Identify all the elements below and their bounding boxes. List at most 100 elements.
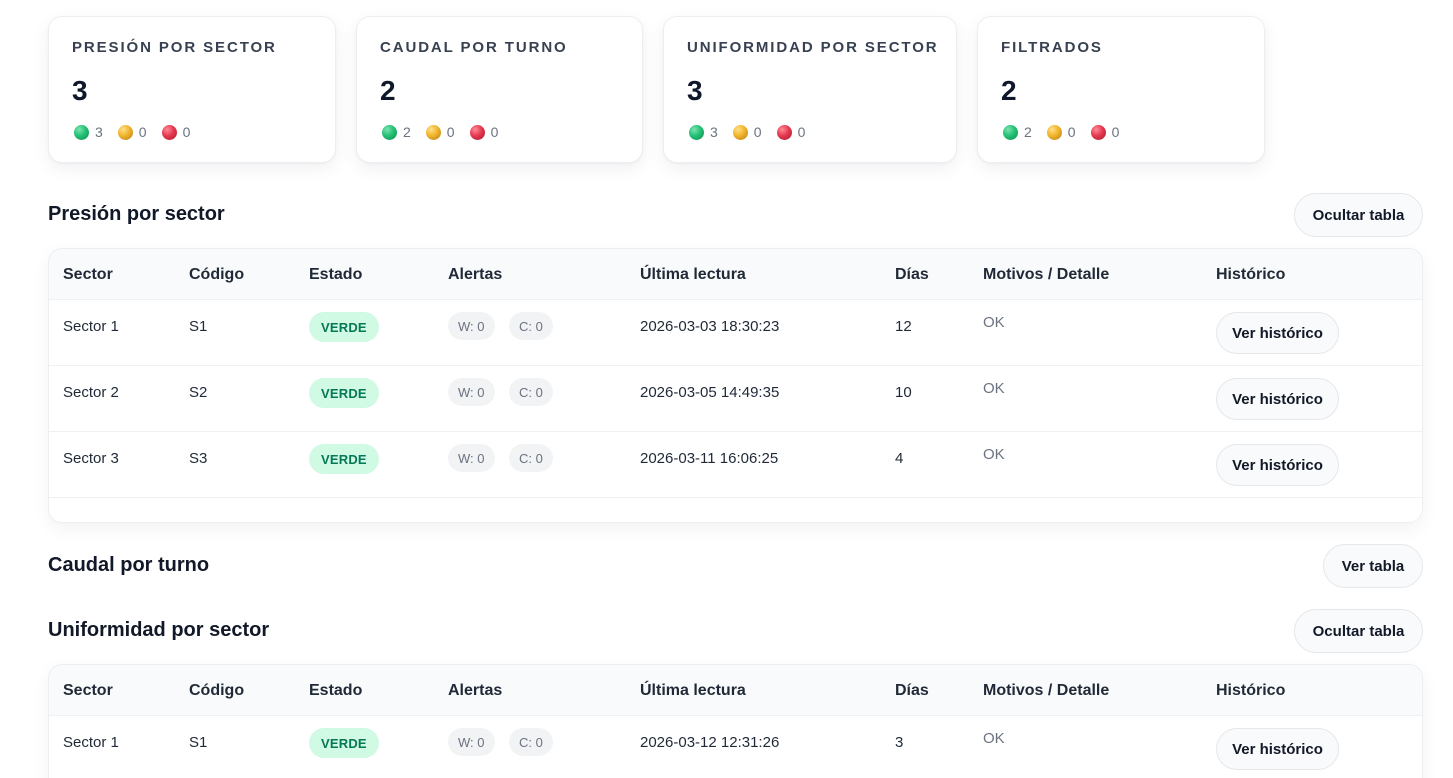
table-row: Sector 1 S1 VERDE W: 0 C: 0 2026-03-12 1… — [49, 716, 1422, 778]
column-header-motivos[interactable]: Motivos / Detalle — [983, 266, 1109, 284]
green-count: 3 — [689, 124, 718, 140]
red-dot-icon — [776, 124, 792, 140]
status-counts: 2 0 0 — [382, 124, 513, 140]
yellow-dot-icon — [425, 124, 441, 140]
view-history-button[interactable]: Ver histórico — [1216, 728, 1339, 770]
card-title: CAUDAL POR TURNO — [380, 39, 568, 56]
status-badge: VERDE — [309, 444, 379, 474]
cell-sector: Sector 1 — [63, 734, 119, 751]
red-dot-icon — [1090, 124, 1106, 140]
red-count: 0 — [469, 124, 498, 140]
yellow-count: 0 — [1046, 124, 1076, 140]
status-counts: 2 0 0 — [1003, 124, 1134, 140]
warning-count-chip: W: 0 — [448, 312, 495, 340]
yellow-count-value: 0 — [753, 124, 762, 140]
table-row: Sector 3 S3 VERDE W: 0 C: 0 2026-03-11 1… — [49, 432, 1422, 498]
yellow-dot-icon — [1046, 124, 1062, 140]
card-title: FILTRADOS — [1001, 39, 1103, 56]
section-title-uniformidad: Uniformidad por sector — [48, 619, 270, 641]
summary-card-caudal: CAUDAL POR TURNO 2 2 0 0 — [356, 16, 643, 163]
cell-ultima-lectura: 2026-03-03 18:30:23 — [640, 318, 780, 335]
column-header-ultima-lectura[interactable]: Última lectura — [640, 682, 746, 700]
cell-sector: Sector 2 — [63, 384, 119, 401]
yellow-dot-icon — [117, 124, 133, 140]
section-title-caudal: Caudal por turno — [48, 554, 210, 576]
table-row: Sector 1 S1 VERDE W: 0 C: 0 2026-03-03 1… — [49, 300, 1422, 366]
green-count: 3 — [74, 124, 103, 140]
cell-motivos: OK — [983, 446, 1005, 463]
yellow-count: 0 — [732, 124, 762, 140]
summary-card-filtrados: FILTRADOS 2 2 0 0 — [977, 16, 1265, 163]
view-history-button[interactable]: Ver histórico — [1216, 312, 1339, 354]
column-header-estado[interactable]: Estado — [309, 266, 362, 284]
warning-count-chip: W: 0 — [448, 444, 495, 472]
card-value: 2 — [1001, 75, 1017, 106]
green-count-value: 3 — [95, 124, 103, 140]
critical-count-chip: C: 0 — [509, 728, 553, 756]
red-count-value: 0 — [182, 124, 191, 140]
red-count-value: 0 — [797, 124, 806, 140]
hide-table-button-presion[interactable]: Ocultar tabla — [1294, 193, 1423, 237]
status-counts: 3 0 0 — [74, 124, 205, 140]
card-value: 3 — [72, 75, 88, 106]
cell-dias: 12 — [895, 318, 912, 335]
red-dot-icon — [469, 124, 485, 140]
table-row: Sector 2 S2 VERDE W: 0 C: 0 2026-03-05 1… — [49, 366, 1422, 432]
cell-motivos: OK — [983, 314, 1005, 331]
cell-codigo: S1 — [189, 318, 208, 335]
show-table-button-caudal[interactable]: Ver tabla — [1323, 544, 1423, 588]
cell-codigo: S3 — [189, 450, 208, 467]
red-count: 0 — [1090, 124, 1120, 140]
red-count-value: 0 — [1111, 124, 1120, 140]
status-badge: VERDE — [309, 312, 379, 342]
cell-sector: Sector 3 — [63, 450, 119, 467]
status-badge: VERDE — [309, 728, 379, 758]
column-header-codigo[interactable]: Código — [189, 682, 244, 700]
summary-card-uniformidad: UNIFORMIDAD POR SECTOR 3 3 0 0 — [663, 16, 957, 163]
green-dot-icon — [689, 124, 704, 140]
column-header-codigo[interactable]: Código — [189, 266, 244, 284]
red-count: 0 — [161, 124, 191, 140]
hide-table-button-uniformidad[interactable]: Ocultar tabla — [1294, 609, 1423, 653]
status-badge: VERDE — [309, 378, 379, 408]
yellow-count: 0 — [117, 124, 147, 140]
section-title-presion: Presión por sector — [48, 203, 225, 225]
green-count: 2 — [1003, 124, 1032, 140]
column-header-historico[interactable]: Histórico — [1216, 682, 1285, 700]
green-count-value: 2 — [1024, 124, 1032, 140]
column-header-alertas[interactable]: Alertas — [448, 266, 502, 284]
column-header-historico[interactable]: Histórico — [1216, 266, 1285, 284]
card-value: 3 — [687, 75, 703, 106]
view-history-button[interactable]: Ver histórico — [1216, 444, 1339, 486]
cell-ultima-lectura: 2026-03-12 12:31:26 — [640, 734, 780, 751]
red-dot-icon — [161, 124, 177, 140]
column-header-sector[interactable]: Sector — [63, 682, 113, 700]
dashboard-page: PRESIÓN POR SECTOR 3 3 0 0 CAUDAL POR TU… — [0, 0, 1453, 778]
yellow-dot-icon — [732, 124, 748, 140]
view-history-button[interactable]: Ver histórico — [1216, 378, 1339, 420]
table-header: Sector Código Estado Alertas Última lect… — [49, 249, 1422, 300]
cell-dias: 10 — [895, 384, 912, 401]
critical-count-chip: C: 0 — [509, 444, 553, 472]
cell-ultima-lectura: 2026-03-05 14:49:35 — [640, 384, 780, 401]
cell-codigo: S1 — [189, 734, 208, 751]
cell-ultima-lectura: 2026-03-11 16:06:25 — [640, 450, 779, 467]
green-dot-icon — [74, 124, 89, 140]
cell-codigo: S2 — [189, 384, 208, 401]
red-count: 0 — [776, 124, 806, 140]
column-header-dias[interactable]: Días — [895, 682, 929, 700]
warning-count-chip: W: 0 — [448, 728, 495, 756]
column-header-dias[interactable]: Días — [895, 266, 929, 284]
summary-card-presion: PRESIÓN POR SECTOR 3 3 0 0 — [48, 16, 336, 163]
column-header-sector[interactable]: Sector — [63, 266, 113, 284]
column-header-ultima-lectura[interactable]: Última lectura — [640, 266, 746, 284]
green-count: 2 — [382, 124, 411, 140]
card-title: UNIFORMIDAD POR SECTOR — [687, 39, 939, 56]
cell-dias: 3 — [895, 734, 904, 751]
column-header-motivos[interactable]: Motivos / Detalle — [983, 682, 1109, 700]
column-header-estado[interactable]: Estado — [309, 682, 362, 700]
table-presion: Sector Código Estado Alertas Última lect… — [48, 248, 1423, 523]
green-count-value: 3 — [710, 124, 718, 140]
column-header-alertas[interactable]: Alertas — [448, 682, 502, 700]
card-title: PRESIÓN POR SECTOR — [72, 39, 277, 56]
